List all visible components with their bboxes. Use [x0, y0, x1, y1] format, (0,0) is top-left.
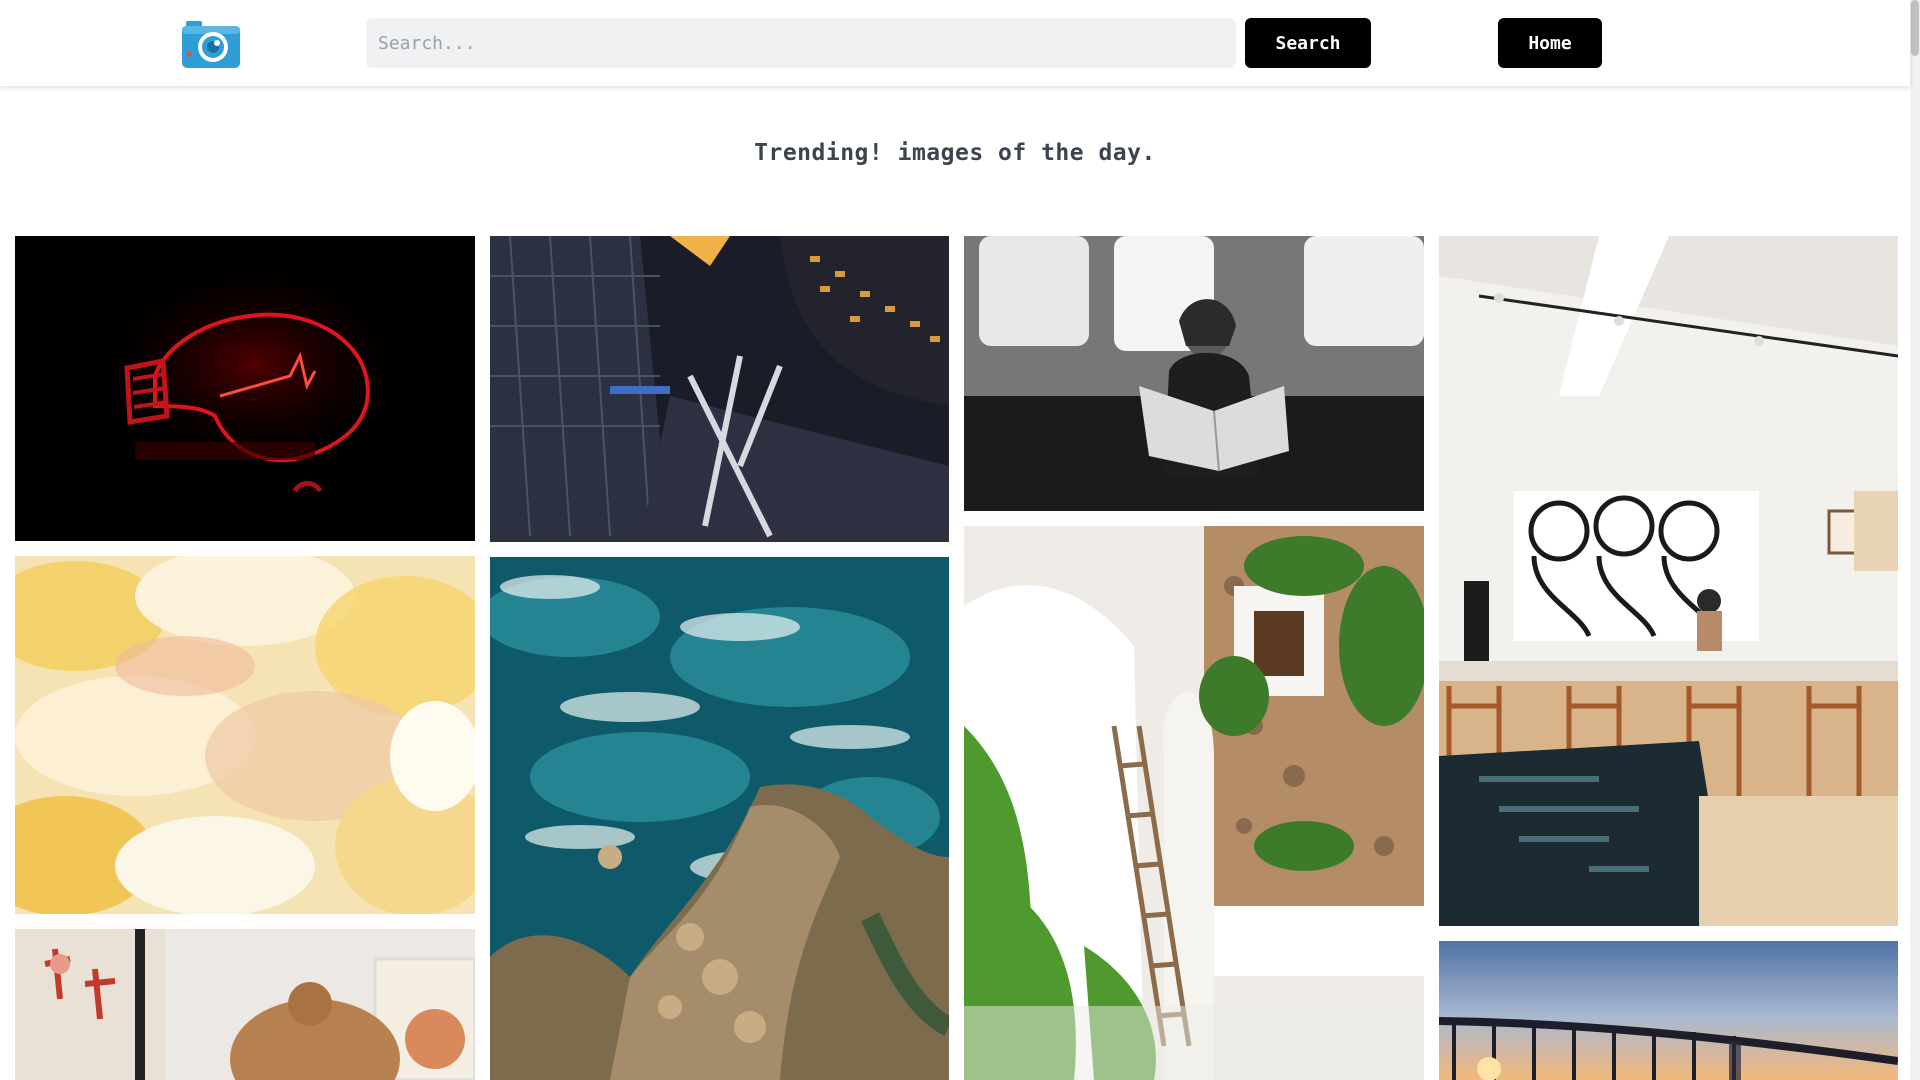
- gallery-image-cafe-interior[interactable]: [1439, 236, 1898, 926]
- gallery-image-woman-art[interactable]: [15, 929, 475, 1080]
- header-bar: Search Home: [0, 0, 1910, 86]
- camera-icon[interactable]: [182, 18, 240, 68]
- gallery-image-lightbulb[interactable]: [15, 236, 475, 541]
- gallery-image-woman-reading[interactable]: [964, 236, 1424, 511]
- gallery-image-ocean-coast[interactable]: [490, 557, 949, 1080]
- gallery-image-white-wall-plants[interactable]: [964, 526, 1424, 1080]
- gallery-image-city-night[interactable]: [490, 236, 949, 542]
- scrollbar-track[interactable]: [1910, 0, 1920, 1080]
- page-title: Trending! images of the day.: [754, 140, 1156, 166]
- gallery-image-yellow-paint[interactable]: [15, 556, 475, 914]
- home-button[interactable]: Home: [1498, 18, 1602, 68]
- scrollbar-thumb[interactable]: [1911, 0, 1919, 56]
- search-input[interactable]: [366, 18, 1236, 68]
- gallery-image-pier-sunset[interactable]: [1439, 941, 1898, 1080]
- search-button[interactable]: Search: [1245, 18, 1371, 68]
